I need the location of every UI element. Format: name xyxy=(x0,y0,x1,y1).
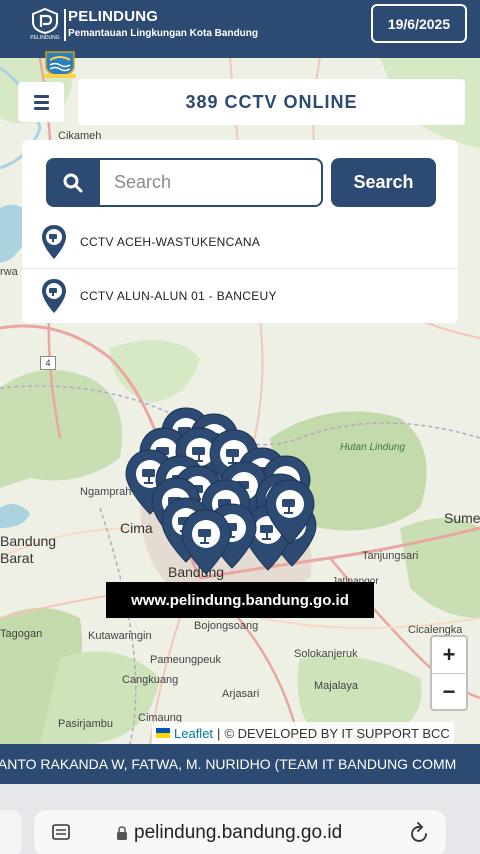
menu-bar xyxy=(33,106,49,110)
website-url-overlay: www.pelindung.bandung.go.id xyxy=(106,582,374,618)
cctv-pin-icon xyxy=(42,225,66,259)
search-panel: Search CCTV ACEH-WASTUKENCANA CCTV ALUN-… xyxy=(22,140,458,323)
search-result-label: CCTV ACEH-WASTUKENCANA xyxy=(80,235,261,249)
result-divider xyxy=(22,268,458,269)
lock-icon xyxy=(117,826,127,840)
previous-tab-edge[interactable] xyxy=(0,810,22,854)
app-logo[interactable]: PELINDUNG xyxy=(30,8,60,46)
map-attribution: Leaflet | © DEVELOPED BY IT SUPPORT BCC xyxy=(152,722,454,744)
address-bar[interactable]: pelindung.bandung.go.id xyxy=(34,810,446,854)
search-result-item[interactable]: CCTV ACEH-WASTUKENCANA xyxy=(22,216,458,268)
pelindung-logo-icon xyxy=(32,8,58,34)
ticker-text: IANTO RAKANDA W, FATWA, M. NURIDHO (TEAM… xyxy=(0,756,457,772)
date-badge: 19/6/2025 xyxy=(371,4,467,43)
zoom-control: + − xyxy=(430,635,468,711)
menu-bar xyxy=(33,94,49,98)
cctv-pin-icon xyxy=(42,279,66,313)
attribution-separator: | xyxy=(217,725,221,741)
logo-caption: PELINDUNG xyxy=(30,35,60,41)
ukraine-flag-icon xyxy=(156,728,170,738)
search-icon-box xyxy=(46,158,100,207)
menu-button[interactable] xyxy=(18,82,64,122)
cctv-online-status: 389 CCTV ONLINE xyxy=(78,79,465,125)
menu-bar xyxy=(33,100,49,104)
search-button[interactable]: Search xyxy=(331,158,436,207)
search-result-label: CCTV ALUN-ALUN 01 - BANCEUY xyxy=(80,289,277,303)
search-icon xyxy=(63,173,83,192)
leaflet-link[interactable]: Leaflet xyxy=(174,726,213,741)
header-divider xyxy=(64,9,66,41)
zoom-out-button[interactable]: − xyxy=(432,674,466,710)
browser-toolbar: pelindung.bandung.go.id xyxy=(0,784,480,854)
page-menu-icon[interactable] xyxy=(52,824,70,840)
cctv-marker-icon[interactable] xyxy=(181,509,231,575)
search-result-item[interactable]: CCTV ALUN-ALUN 01 - BANCEUY xyxy=(22,270,458,322)
reload-icon[interactable] xyxy=(410,822,430,844)
browser-url: pelindung.bandung.go.id xyxy=(134,822,343,843)
credits-ticker: IANTO RAKANDA W, FATWA, M. NURIDHO (TEAM… xyxy=(0,744,480,784)
zoom-in-button[interactable]: + xyxy=(432,637,466,673)
app-subtitle: Pemantauan Lingkungan Kota Bandung xyxy=(68,28,259,39)
developer-credit: © DEVELOPED BY IT SUPPORT BCC xyxy=(224,725,450,741)
bandung-city-emblem-icon xyxy=(44,51,76,78)
search-input[interactable] xyxy=(98,158,323,207)
app-title: PELINDUNG xyxy=(68,8,159,25)
